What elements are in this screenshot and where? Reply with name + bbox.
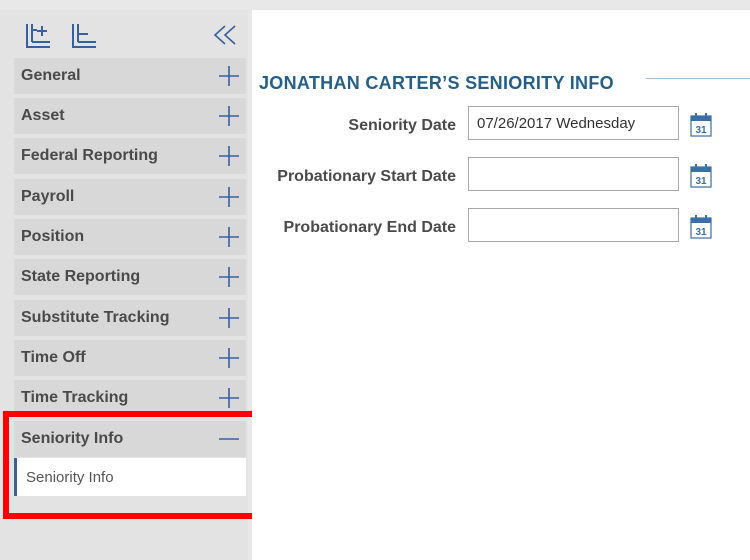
- calendar-icon[interactable]: 31: [690, 215, 712, 239]
- seniority-date-input[interactable]: [468, 106, 679, 140]
- plus-icon[interactable]: [218, 387, 240, 409]
- sidebar-item-substitute-tracking[interactable]: Substitute Tracking: [14, 300, 246, 336]
- svg-text:31: 31: [695, 125, 707, 136]
- probationary-end-date-input[interactable]: [468, 208, 679, 242]
- sidebar-item-federal-reporting[interactable]: Federal Reporting: [14, 138, 246, 174]
- title-divider: [646, 78, 750, 79]
- highlight-box: [3, 411, 261, 519]
- calendar-icon[interactable]: 31: [690, 113, 712, 137]
- plus-icon[interactable]: [218, 65, 240, 87]
- expand-all-icon[interactable]: [24, 22, 52, 50]
- main-panel: JONATHAN CARTER’S SENIORITY INFO Seniori…: [252, 10, 750, 560]
- sidebar-item-label: Time Off: [21, 349, 86, 366]
- calendar-icon[interactable]: 31: [690, 164, 712, 188]
- page-title: JONATHAN CARTER’S SENIORITY INFO: [259, 73, 614, 93]
- sidebar-item-label: State Reporting: [21, 268, 141, 285]
- sidebar-item-label: General: [21, 67, 81, 84]
- sidebar-item-label: Asset: [21, 107, 65, 124]
- plus-icon[interactable]: [218, 226, 240, 248]
- plus-icon[interactable]: [218, 266, 240, 288]
- probationary-start-date-input[interactable]: [468, 157, 679, 191]
- sidebar-item-label: Position: [21, 228, 85, 245]
- double-chevron-left-icon[interactable]: [212, 22, 240, 50]
- sidebar-item-time-off[interactable]: Time Off: [14, 340, 246, 376]
- sidebar-item-general[interactable]: General: [14, 58, 246, 94]
- sidebar-item-position[interactable]: Position: [14, 219, 246, 255]
- sidebar-item-asset[interactable]: Asset: [14, 98, 246, 134]
- plus-icon[interactable]: [218, 105, 240, 127]
- sidebar-item-payroll[interactable]: Payroll: [14, 179, 246, 215]
- svg-text:31: 31: [695, 227, 707, 238]
- collapse-all-icon[interactable]: [70, 22, 98, 50]
- sidebar-item-state-reporting[interactable]: State Reporting: [14, 259, 246, 295]
- sidebar-item-label: Payroll: [21, 188, 75, 205]
- sidebar-item-label: Substitute Tracking: [21, 309, 170, 326]
- sidebar-item-label: Time Tracking: [21, 389, 129, 406]
- sidebar-item-label: Federal Reporting: [21, 147, 158, 164]
- plus-icon[interactable]: [218, 145, 240, 167]
- plus-icon[interactable]: [218, 347, 240, 369]
- probationary-start-date-label: Probationary Start Date: [277, 168, 456, 185]
- plus-icon[interactable]: [218, 186, 240, 208]
- sidebar-toolbar: [0, 10, 248, 62]
- svg-text:31: 31: [695, 176, 707, 187]
- seniority-date-label: Seniority Date: [348, 117, 456, 134]
- probationary-end-date-label: Probationary End Date: [283, 219, 456, 236]
- plus-icon[interactable]: [218, 307, 240, 329]
